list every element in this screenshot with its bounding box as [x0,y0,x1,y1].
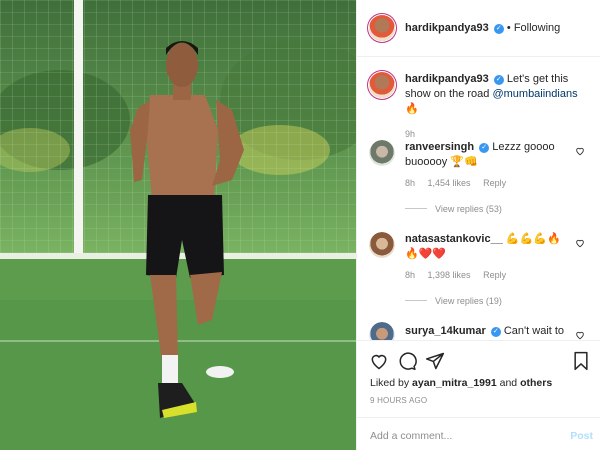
comment-1-like-icon[interactable] [575,146,585,156]
verified-icon: ✓ [479,143,490,153]
comment-2-view-replies-label: View replies (19) [435,296,502,306]
comment-1-meta: 8h 1,454 likes Reply [405,178,516,188]
comment-2: natasastankovic__ 💪💪💪🔥🔥❤️❤️ [405,232,570,262]
fire-emoji: 🔥 [405,103,419,115]
comment-icon[interactable] [397,351,417,371]
comment-2-reply[interactable]: Reply [483,270,506,280]
comment-1-reply[interactable]: Reply [483,178,506,188]
comment-1-view-replies[interactable]: View replies (53) [405,204,502,214]
heart-icon[interactable] [369,351,389,371]
comment-1-username[interactable]: ranveersingh [405,141,474,153]
comment-2-time: 8h [405,270,416,280]
author-username[interactable]: hardikpandya93 [405,22,489,34]
post-sidebar: hardikpandya93 ✓ • Following hardikpandy… [356,0,600,451]
liked-by-text: Liked by ayan_mitra_1991 and others [370,377,552,389]
post-timestamp[interactable]: 9 HOURS AGO [370,396,427,405]
comment-1: ranveersingh ✓ Lezzz goooo buooooy 🏆👊 [405,140,570,170]
post-header: hardikpandya93 ✓ • Following [357,0,600,57]
comment-1-view-replies-label: View replies (53) [435,204,502,214]
caption-avatar[interactable] [369,72,395,98]
comment-3-text: Can't wait to [503,325,565,337]
post-comment-button[interactable]: Post [570,430,593,442]
share-icon[interactable] [425,351,445,371]
divider-line [405,300,427,301]
post-photo[interactable] [0,0,356,450]
comment-avatar-1[interactable] [369,140,395,166]
comment-2-meta: 8h 1,398 likes Reply [405,270,516,280]
liked-by-prefix: Liked by [370,377,410,389]
bookmark-icon[interactable] [571,351,591,371]
comment-3-username[interactable]: surya_14kumar [405,325,486,337]
comment-1-likes[interactable]: 1,454 likes [428,178,471,188]
divider-line [405,208,427,209]
caption-username[interactable]: hardikpandya93 [405,73,489,85]
comment-avatar-2[interactable] [369,232,395,258]
runner-photo-illustration [0,0,356,450]
liked-by-and: and [499,377,518,389]
comment-2-username[interactable]: natasastankovic__ [405,233,503,245]
comment-input[interactable]: Add a comment... [370,430,452,442]
caption-mention-link[interactable]: @mumbaiindians [492,88,577,100]
comment-1-time: 8h [405,178,416,188]
comment-2-view-replies[interactable]: View replies (19) [405,296,502,306]
verified-icon: ✓ [490,327,501,337]
liked-by-user-link[interactable]: ayan_mitra_1991 [412,377,497,389]
add-comment-bar: Add a comment... Post [357,417,600,452]
author-avatar[interactable] [369,15,395,41]
separator-dot: • [506,22,514,34]
post-caption: hardikpandya93 ✓ Let's get this show on … [405,72,591,142]
following-button[interactable]: Following [514,22,560,34]
comment-2-likes[interactable]: 1,398 likes [428,270,471,280]
comment-2-like-icon[interactable] [575,238,585,248]
comment-3-like-icon[interactable] [575,330,585,340]
liked-by-others-link[interactable]: others [520,377,552,389]
verified-icon: ✓ [493,24,504,34]
comment-3: surya_14kumar ✓ Can't wait to [405,324,570,339]
post-actions-bar: Liked by ayan_mitra_1991 and others 9 HO… [357,340,600,451]
verified-icon: ✓ [493,75,504,85]
